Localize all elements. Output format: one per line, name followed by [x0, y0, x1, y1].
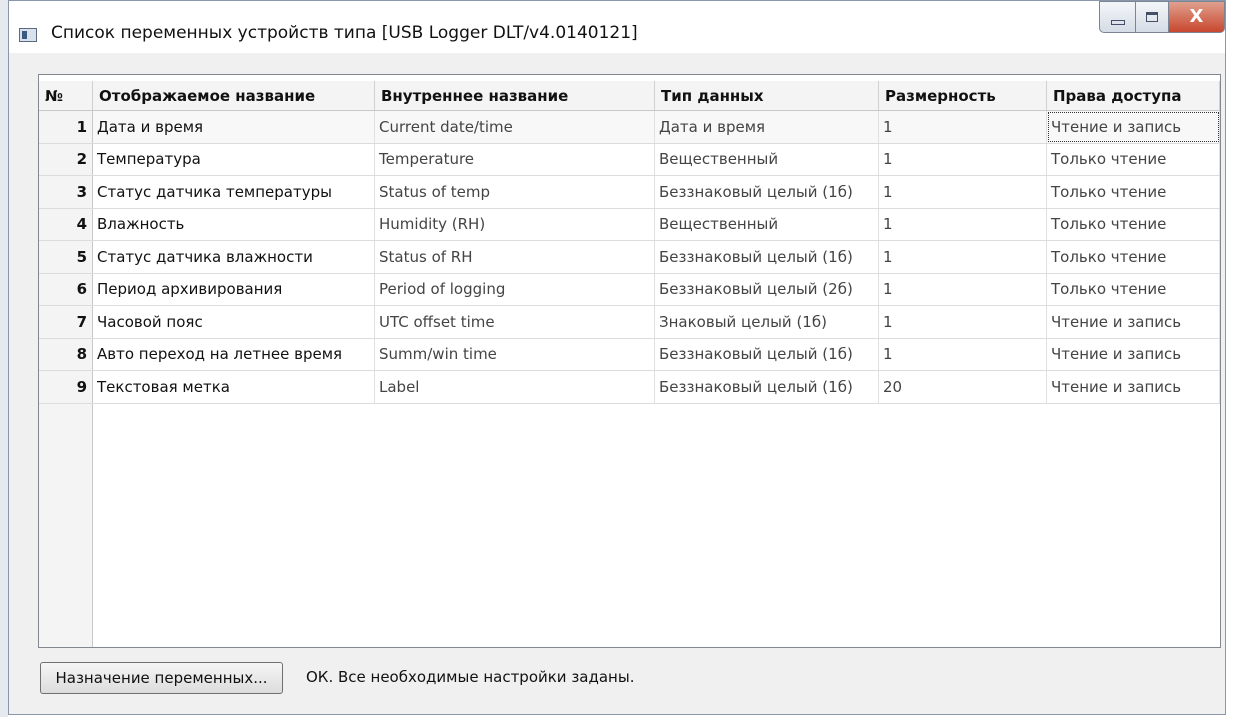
- row-number: 2: [39, 143, 93, 175]
- dimension-cell[interactable]: 20: [879, 371, 1047, 403]
- display-name-cell[interactable]: Влажность: [93, 208, 375, 240]
- column-header-number[interactable]: №: [39, 81, 93, 110]
- table-row[interactable]: 6 Период архивирования Period of logging…: [39, 273, 1220, 306]
- dimension-cell[interactable]: 1: [879, 338, 1047, 370]
- column-header-dimension[interactable]: Размерность: [879, 81, 1047, 110]
- internal-name-cell[interactable]: Period of logging: [375, 273, 655, 305]
- table-row[interactable]: 4 Влажность Humidity (RH) Вещественный 1…: [39, 208, 1220, 241]
- access-rights-cell[interactable]: Чтение и запись: [1047, 306, 1220, 338]
- access-rights-cell[interactable]: Чтение и запись: [1047, 338, 1220, 370]
- column-header-internal-name[interactable]: Внутреннее название: [375, 81, 655, 110]
- dimension-cell[interactable]: 1: [879, 273, 1047, 305]
- table-row[interactable]: 5 Статус датчика влажности Status of RH …: [39, 241, 1220, 274]
- table-row[interactable]: 2 Температура Temperature Вещественный 1…: [39, 143, 1220, 176]
- column-header-access-rights[interactable]: Права доступа: [1047, 81, 1220, 110]
- row-header-column: [39, 404, 93, 647]
- internal-name-cell[interactable]: Temperature: [375, 143, 655, 175]
- background-strip: [0, 0, 8, 717]
- row-number: 3: [39, 176, 93, 208]
- row-number: 4: [39, 208, 93, 240]
- table-body: 1 Дата и время Current date/time Дата и …: [39, 111, 1220, 404]
- row-number: 5: [39, 241, 93, 273]
- display-name-cell[interactable]: Авто переход на летнее время: [93, 338, 375, 370]
- access-rights-cell[interactable]: Чтение и запись: [1047, 371, 1220, 403]
- data-type-cell[interactable]: Беззнаковый целый (1б): [655, 241, 879, 273]
- close-icon: X: [1189, 6, 1204, 27]
- dialog-window: Список переменных устройств типа [USB Lo…: [8, 0, 1226, 715]
- close-button[interactable]: X: [1169, 1, 1225, 33]
- window-title: Список переменных устройств типа [USB Lo…: [51, 23, 638, 43]
- access-rights-cell[interactable]: Чтение и запись: [1047, 111, 1220, 143]
- table-row[interactable]: 7 Часовой пояс UTC offset time Знаковый …: [39, 306, 1220, 339]
- row-number: 7: [39, 306, 93, 338]
- internal-name-cell[interactable]: Status of temp: [375, 176, 655, 208]
- access-rights-cell[interactable]: Только чтение: [1047, 273, 1220, 305]
- column-header-display-name[interactable]: Отображаемое название: [93, 81, 375, 110]
- data-type-cell[interactable]: Вещественный: [655, 143, 879, 175]
- row-number: 9: [39, 371, 93, 403]
- dimension-cell[interactable]: 1: [879, 241, 1047, 273]
- access-rights-cell[interactable]: Только чтение: [1047, 241, 1220, 273]
- table-row[interactable]: 8 Авто переход на летнее время Summ/win …: [39, 338, 1220, 371]
- internal-name-cell[interactable]: Summ/win time: [375, 338, 655, 370]
- data-type-cell[interactable]: Беззнаковый целый (1б): [655, 371, 879, 403]
- table-row[interactable]: 3 Статус датчика температуры Status of t…: [39, 176, 1220, 209]
- internal-name-cell[interactable]: Current date/time: [375, 111, 655, 143]
- app-icon: [19, 28, 37, 42]
- data-type-cell[interactable]: Вещественный: [655, 208, 879, 240]
- maximize-icon: [1146, 12, 1158, 22]
- dimension-cell[interactable]: 1: [879, 143, 1047, 175]
- access-rights-cell[interactable]: Только чтение: [1047, 208, 1220, 240]
- display-name-cell[interactable]: Текстовая метка: [93, 371, 375, 403]
- dimension-cell[interactable]: 1: [879, 208, 1047, 240]
- row-number: 1: [39, 111, 93, 143]
- data-type-cell[interactable]: Беззнаковый целый (1б): [655, 176, 879, 208]
- access-rights-cell[interactable]: Только чтение: [1047, 143, 1220, 175]
- display-name-cell[interactable]: Часовой пояс: [93, 306, 375, 338]
- table-header: № Отображаемое название Внутреннее назва…: [39, 81, 1220, 111]
- row-number: 6: [39, 273, 93, 305]
- assign-variables-button[interactable]: Назначение переменных...: [40, 662, 283, 694]
- maximize-button[interactable]: [1135, 1, 1169, 33]
- internal-name-cell[interactable]: UTC offset time: [375, 306, 655, 338]
- column-header-data-type[interactable]: Тип данных: [655, 81, 879, 110]
- table-row[interactable]: 9 Текстовая метка Label Беззнаковый целы…: [39, 371, 1220, 404]
- title-bar[interactable]: Список переменных устройств типа [USB Lo…: [9, 1, 1225, 53]
- data-type-cell[interactable]: Беззнаковый целый (1б): [655, 338, 879, 370]
- internal-name-cell[interactable]: Label: [375, 371, 655, 403]
- dimension-cell[interactable]: 1: [879, 306, 1047, 338]
- data-type-cell[interactable]: Дата и время: [655, 111, 879, 143]
- display-name-cell[interactable]: Период архивирования: [93, 273, 375, 305]
- data-type-cell[interactable]: Беззнаковый целый (2б): [655, 273, 879, 305]
- data-type-cell[interactable]: Знаковый целый (1б): [655, 306, 879, 338]
- dimension-cell[interactable]: 1: [879, 176, 1047, 208]
- display-name-cell[interactable]: Дата и время: [93, 111, 375, 143]
- display-name-cell[interactable]: Статус датчика температуры: [93, 176, 375, 208]
- internal-name-cell[interactable]: Humidity (RH): [375, 208, 655, 240]
- window-controls: X: [1099, 1, 1225, 33]
- display-name-cell[interactable]: Статус датчика влажности: [93, 241, 375, 273]
- row-number: 8: [39, 338, 93, 370]
- variables-table[interactable]: № Отображаемое название Внутреннее назва…: [38, 74, 1221, 648]
- minimize-button[interactable]: [1099, 1, 1135, 33]
- internal-name-cell[interactable]: Status of RH: [375, 241, 655, 273]
- dimension-cell[interactable]: 1: [879, 111, 1047, 143]
- display-name-cell[interactable]: Температура: [93, 143, 375, 175]
- minimize-icon: [1110, 19, 1125, 25]
- access-rights-cell[interactable]: Только чтение: [1047, 176, 1220, 208]
- table-row[interactable]: 1 Дата и время Current date/time Дата и …: [39, 111, 1220, 144]
- status-message: ОК. Все необходимые настройки заданы.: [306, 668, 635, 686]
